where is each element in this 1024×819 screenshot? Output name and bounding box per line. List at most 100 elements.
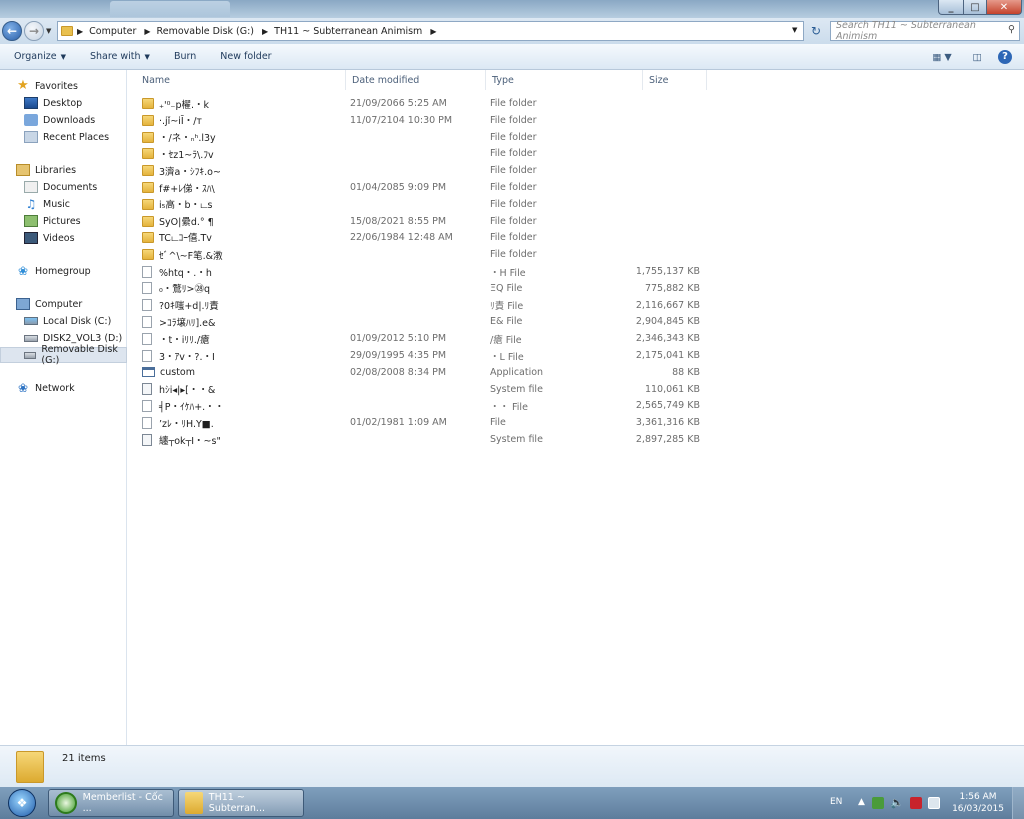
file-size: 775,882 KB: [644, 282, 700, 294]
file-name-cell[interactable]: 3・ｱv・?.・I: [142, 349, 215, 363]
file-name-cell[interactable]: i₅高・b・டs: [142, 197, 213, 212]
file-row[interactable]: TCடｺｰ僖.Tv 22/06/1984 12:48 AM File folder: [128, 229, 728, 246]
show-desktop-button[interactable]: [1012, 787, 1024, 819]
nav-network[interactable]: ❀ Network: [0, 380, 127, 396]
file-row[interactable]: ・/ネ・ₙʰ.l3y File folder: [128, 129, 728, 146]
nav-documents[interactable]: Documents: [0, 179, 127, 195]
file-name-cell[interactable]: %htq・.・h: [142, 265, 212, 279]
file-name-cell[interactable]: ₊'⁰₋p櫂.・k: [142, 97, 209, 111]
address-dropdown[interactable]: ▼: [792, 26, 797, 34]
file-name-cell[interactable]: 纏┬ok┬Ⅰ・~s": [142, 433, 221, 447]
file-row[interactable]: ?0ｷ嗤+d|.ﾘ責 ﾘ責 File 2,116,667 KB: [128, 297, 728, 314]
file-name-cell[interactable]: ₀・鶩ﾘ>㉘q: [142, 281, 210, 295]
file-row[interactable]: i₅高・b・டs File folder: [128, 196, 728, 213]
refresh-icon[interactable]: ↻: [806, 21, 826, 41]
antivirus-icon[interactable]: [910, 797, 922, 809]
breadcrumb-current-folder[interactable]: TH11 ~ Subterranean Animism: [274, 26, 422, 37]
file-name-cell[interactable]: ·.jǐ~iĪ・/т: [142, 113, 202, 127]
chevron-right-icon[interactable]: ▶: [262, 27, 268, 36]
file-name-cell[interactable]: TCடｺｰ僖.Tv: [142, 230, 212, 245]
file-row[interactable]: SyO|纍d.° ¶ 15/08/2021 8:55 PM File folder: [128, 213, 728, 230]
chevron-right-icon[interactable]: ▶: [144, 27, 150, 36]
nav-recent-places[interactable]: Recent Places: [0, 129, 127, 145]
chevron-right-icon[interactable]: ▶: [430, 27, 436, 36]
volume-icon[interactable]: 🔈: [890, 797, 904, 809]
organize-button[interactable]: Organize ▼: [14, 51, 66, 62]
file-name-cell[interactable]: SyO|纍d.° ¶: [142, 214, 214, 228]
file-name-cell[interactable]: ’zﾚ・ﾘH.Y■.: [142, 416, 214, 430]
clock[interactable]: 1:56 AM 16/03/2015: [948, 791, 1008, 815]
file-name-cell[interactable]: ｾﾞ^\~F笔.&漖: [142, 248, 223, 262]
file-row[interactable]: f#+ﾚ俤・ｽﾊ\ 01/04/2085 9:09 PM File folder: [128, 179, 728, 196]
chevron-right-icon[interactable]: ▶: [77, 27, 83, 36]
close-button[interactable]: ✕: [986, 0, 1022, 15]
address-bar[interactable]: ▶ Computer ▶ Removable Disk (G:) ▶ TH11 ~ S…: [57, 21, 804, 41]
file-row[interactable]: ・ｾz1~ﾗ\.ﾌv File folder: [128, 145, 728, 162]
share-with-button[interactable]: Share with ▼: [90, 51, 150, 62]
nav-music[interactable]: ♫ Music: [0, 196, 127, 212]
file-row[interactable]: >ｺﾗ壌ﾊﾘ].e& E& File 2,904,845 KB: [128, 313, 728, 330]
nav-homegroup[interactable]: ❀ Homegroup: [0, 263, 127, 279]
maximize-button[interactable]: □: [963, 0, 987, 15]
column-header-size[interactable]: Size: [643, 70, 707, 90]
file-row[interactable]: ｾﾞ^\~F笔.&漖 File folder: [128, 246, 728, 263]
burn-button[interactable]: Burn: [174, 51, 196, 62]
file-row[interactable]: ・t・iﾘﾘ./瘡 01/09/2012 5:10 PM/瘡 File 2,346,…: [128, 330, 728, 347]
file-row[interactable]: ’zﾚ・ﾘH.Y■. 01/02/1981 1:09 AM File 3,361,31…: [128, 414, 728, 431]
language-indicator[interactable]: EN: [830, 797, 842, 807]
nav-downloads[interactable]: Downloads: [0, 112, 127, 128]
search-input[interactable]: Search TH11 ~ Subterranean Animism ⚲: [830, 20, 1020, 42]
column-header-date[interactable]: Date modified: [346, 70, 486, 90]
nav-local-disk[interactable]: Local Disk (C:): [0, 313, 127, 329]
nav-libraries[interactable]: Libraries: [0, 162, 127, 178]
nav-favorites[interactable]: ★ Favorites: [0, 78, 127, 94]
nav-removable-disk[interactable]: Removable Disk (G:): [0, 344, 127, 366]
column-header-name[interactable]: Name: [128, 70, 346, 90]
preview-pane-button[interactable]: ◫: [966, 49, 988, 65]
network-status-icon[interactable]: [928, 797, 940, 809]
file-row[interactable]: ₊'⁰₋p櫂.・k 21/09/2066 5:25 AM File folder: [128, 95, 728, 112]
file-row[interactable]: 3濟a・ｼﾌｷ.o~ File folder: [128, 162, 728, 179]
file-row[interactable]: hｼi◂|▸[・・& System file 110,061 KB: [128, 381, 728, 398]
forward-button[interactable]: →: [24, 21, 44, 41]
file-name: f#+ﾚ俤・ｽﾊ\: [159, 183, 215, 195]
file-name-cell[interactable]: ・t・iﾘﾘ./瘡: [142, 332, 210, 346]
file-name-cell[interactable]: 3濟a・ｼﾌｷ.o~: [142, 164, 221, 178]
minimize-button[interactable]: _: [938, 0, 964, 15]
taskbar-item-browser[interactable]: Memberlist - Cốc ...: [48, 789, 174, 817]
file-name-cell[interactable]: ・/ネ・ₙʰ.l3y: [142, 130, 216, 144]
file-name-cell[interactable]: ╡P・ｲｹﾊ+.・・: [142, 399, 224, 413]
new-folder-button[interactable]: New folder: [220, 51, 271, 62]
recent-pages-dropdown[interactable]: ▼: [46, 27, 51, 35]
nav-videos-label: Videos: [43, 232, 75, 244]
nav-computer[interactable]: Computer: [0, 296, 127, 312]
back-button[interactable]: ←: [2, 21, 22, 41]
file-row[interactable]: 3・ｱv・?.・I 29/09/1995 4:35 PM ・L File 2,175,…: [128, 347, 728, 364]
file-name-cell[interactable]: f#+ﾚ俤・ｽﾊ\: [142, 181, 215, 195]
show-hidden-icons[interactable]: ▲: [858, 797, 870, 809]
shield-icon[interactable]: [872, 797, 884, 809]
help-button[interactable]: ?: [996, 49, 1014, 65]
nav-pictures[interactable]: Pictures: [0, 213, 127, 229]
file-name-cell[interactable]: >ｺﾗ壌ﾊﾘ].e&: [142, 315, 215, 329]
breadcrumb-removable-disk[interactable]: Removable Disk (G:): [157, 26, 254, 37]
file-row[interactable]: ╡P・ｲｹﾊ+.・・ ・・ File 2,565,749 KB: [128, 397, 728, 414]
nav-desktop-label: Desktop: [43, 97, 83, 109]
file-row[interactable]: ·.jǐ~iĪ・/т 11/07/2104 10:30 PM File folder: [128, 112, 728, 129]
start-button[interactable]: ❖: [2, 787, 42, 819]
change-view-button[interactable]: ▦ ▼: [922, 49, 962, 65]
search-icon[interactable]: ⚲: [1008, 24, 1015, 35]
file-name-cell[interactable]: custom: [142, 367, 195, 378]
file-name-cell[interactable]: ・ｾz1~ﾗ\.ﾌv: [142, 147, 214, 161]
file-name-cell[interactable]: ?0ｷ嗤+d|.ﾘ責: [142, 298, 219, 312]
file-name-cell[interactable]: hｼi◂|▸[・・&: [142, 382, 215, 396]
file-row[interactable]: 纏┬ok┬Ⅰ・~s" System file 2,897,285 KB: [128, 431, 728, 448]
taskbar-item-explorer[interactable]: TH11 ~ Subterran...: [178, 789, 304, 817]
nav-videos[interactable]: Videos: [0, 230, 127, 246]
column-header-type[interactable]: Type: [486, 70, 643, 90]
file-row[interactable]: ₀・鶩ﾘ>㉘q ΞQ File 775,882 KB: [128, 280, 728, 297]
nav-desktop[interactable]: Desktop: [0, 95, 127, 111]
file-row[interactable]: custom 02/08/2008 8:34 PM Application 88 KB: [128, 364, 728, 381]
file-row[interactable]: %htq・.・h ・H File 1,755,137 KB: [128, 263, 728, 280]
breadcrumb-computer[interactable]: Computer: [89, 26, 136, 37]
